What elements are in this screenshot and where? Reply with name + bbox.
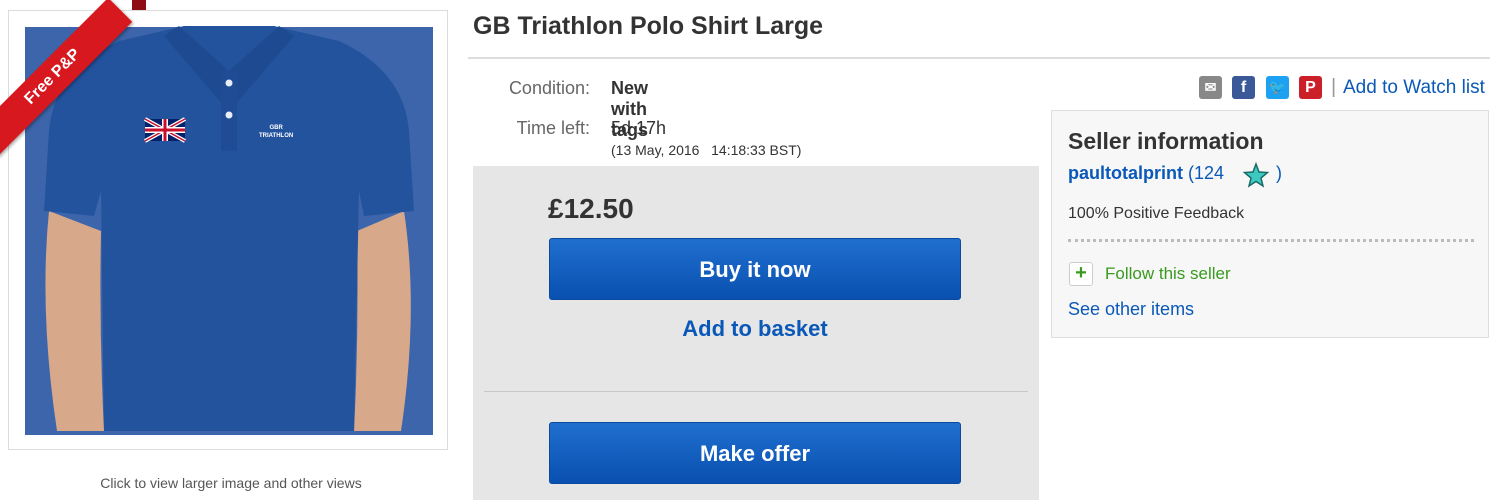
seller-name-line: paultotalprint (124 xyxy=(1068,163,1224,184)
purchase-divider xyxy=(484,391,1028,392)
share-separator: | xyxy=(1331,76,1337,98)
twitter-icon[interactable]: 🐦 xyxy=(1266,76,1289,99)
positive-feedback: 100% Positive Feedback xyxy=(1068,205,1245,222)
end-date: (13 May, 2016 14:18:33 BST) xyxy=(611,142,802,158)
see-other-items-link[interactable]: See other items xyxy=(1068,299,1194,320)
plus-icon[interactable]: + xyxy=(1069,262,1093,286)
time-left-value: 5d 17h (13 May, 2016 14:18:33 BST) xyxy=(611,118,801,160)
time-left-label: Time left: xyxy=(516,118,590,138)
facebook-icon[interactable]: f xyxy=(1232,76,1255,99)
feedback-count-close: ) xyxy=(1276,163,1282,183)
feedback-star-icon xyxy=(1243,162,1269,188)
ribbon-fold xyxy=(132,0,146,10)
make-offer-button[interactable]: Make offer xyxy=(549,422,961,484)
time-left-duration: 5d 17h xyxy=(611,118,667,138)
seller-name-link[interactable]: paultotalprint xyxy=(1068,163,1183,183)
seller-heading: Seller information xyxy=(1068,128,1264,154)
seller-divider xyxy=(1068,239,1474,242)
buy-it-now-button[interactable]: Buy it now xyxy=(549,238,961,300)
add-to-watch-list-link[interactable]: Add to Watch list xyxy=(1343,77,1485,99)
item-title: GB Triathlon Polo Shirt Large xyxy=(473,12,824,40)
add-to-basket-link[interactable]: Add to basket xyxy=(549,316,961,342)
price: £12.50 xyxy=(548,193,634,224)
feedback-count-link[interactable]: (124 xyxy=(1188,163,1224,183)
image-caption-link[interactable]: Click to view larger image and other vie… xyxy=(8,475,454,491)
shirt-print-text: GBR TRIATHLON xyxy=(259,125,294,139)
condition-label: Condition: xyxy=(508,78,590,98)
mail-icon[interactable]: ✉ xyxy=(1199,76,1222,99)
pinterest-icon[interactable]: P xyxy=(1299,76,1322,99)
title-divider xyxy=(468,57,1490,59)
follow-seller-link[interactable]: Follow this seller xyxy=(1105,264,1231,284)
